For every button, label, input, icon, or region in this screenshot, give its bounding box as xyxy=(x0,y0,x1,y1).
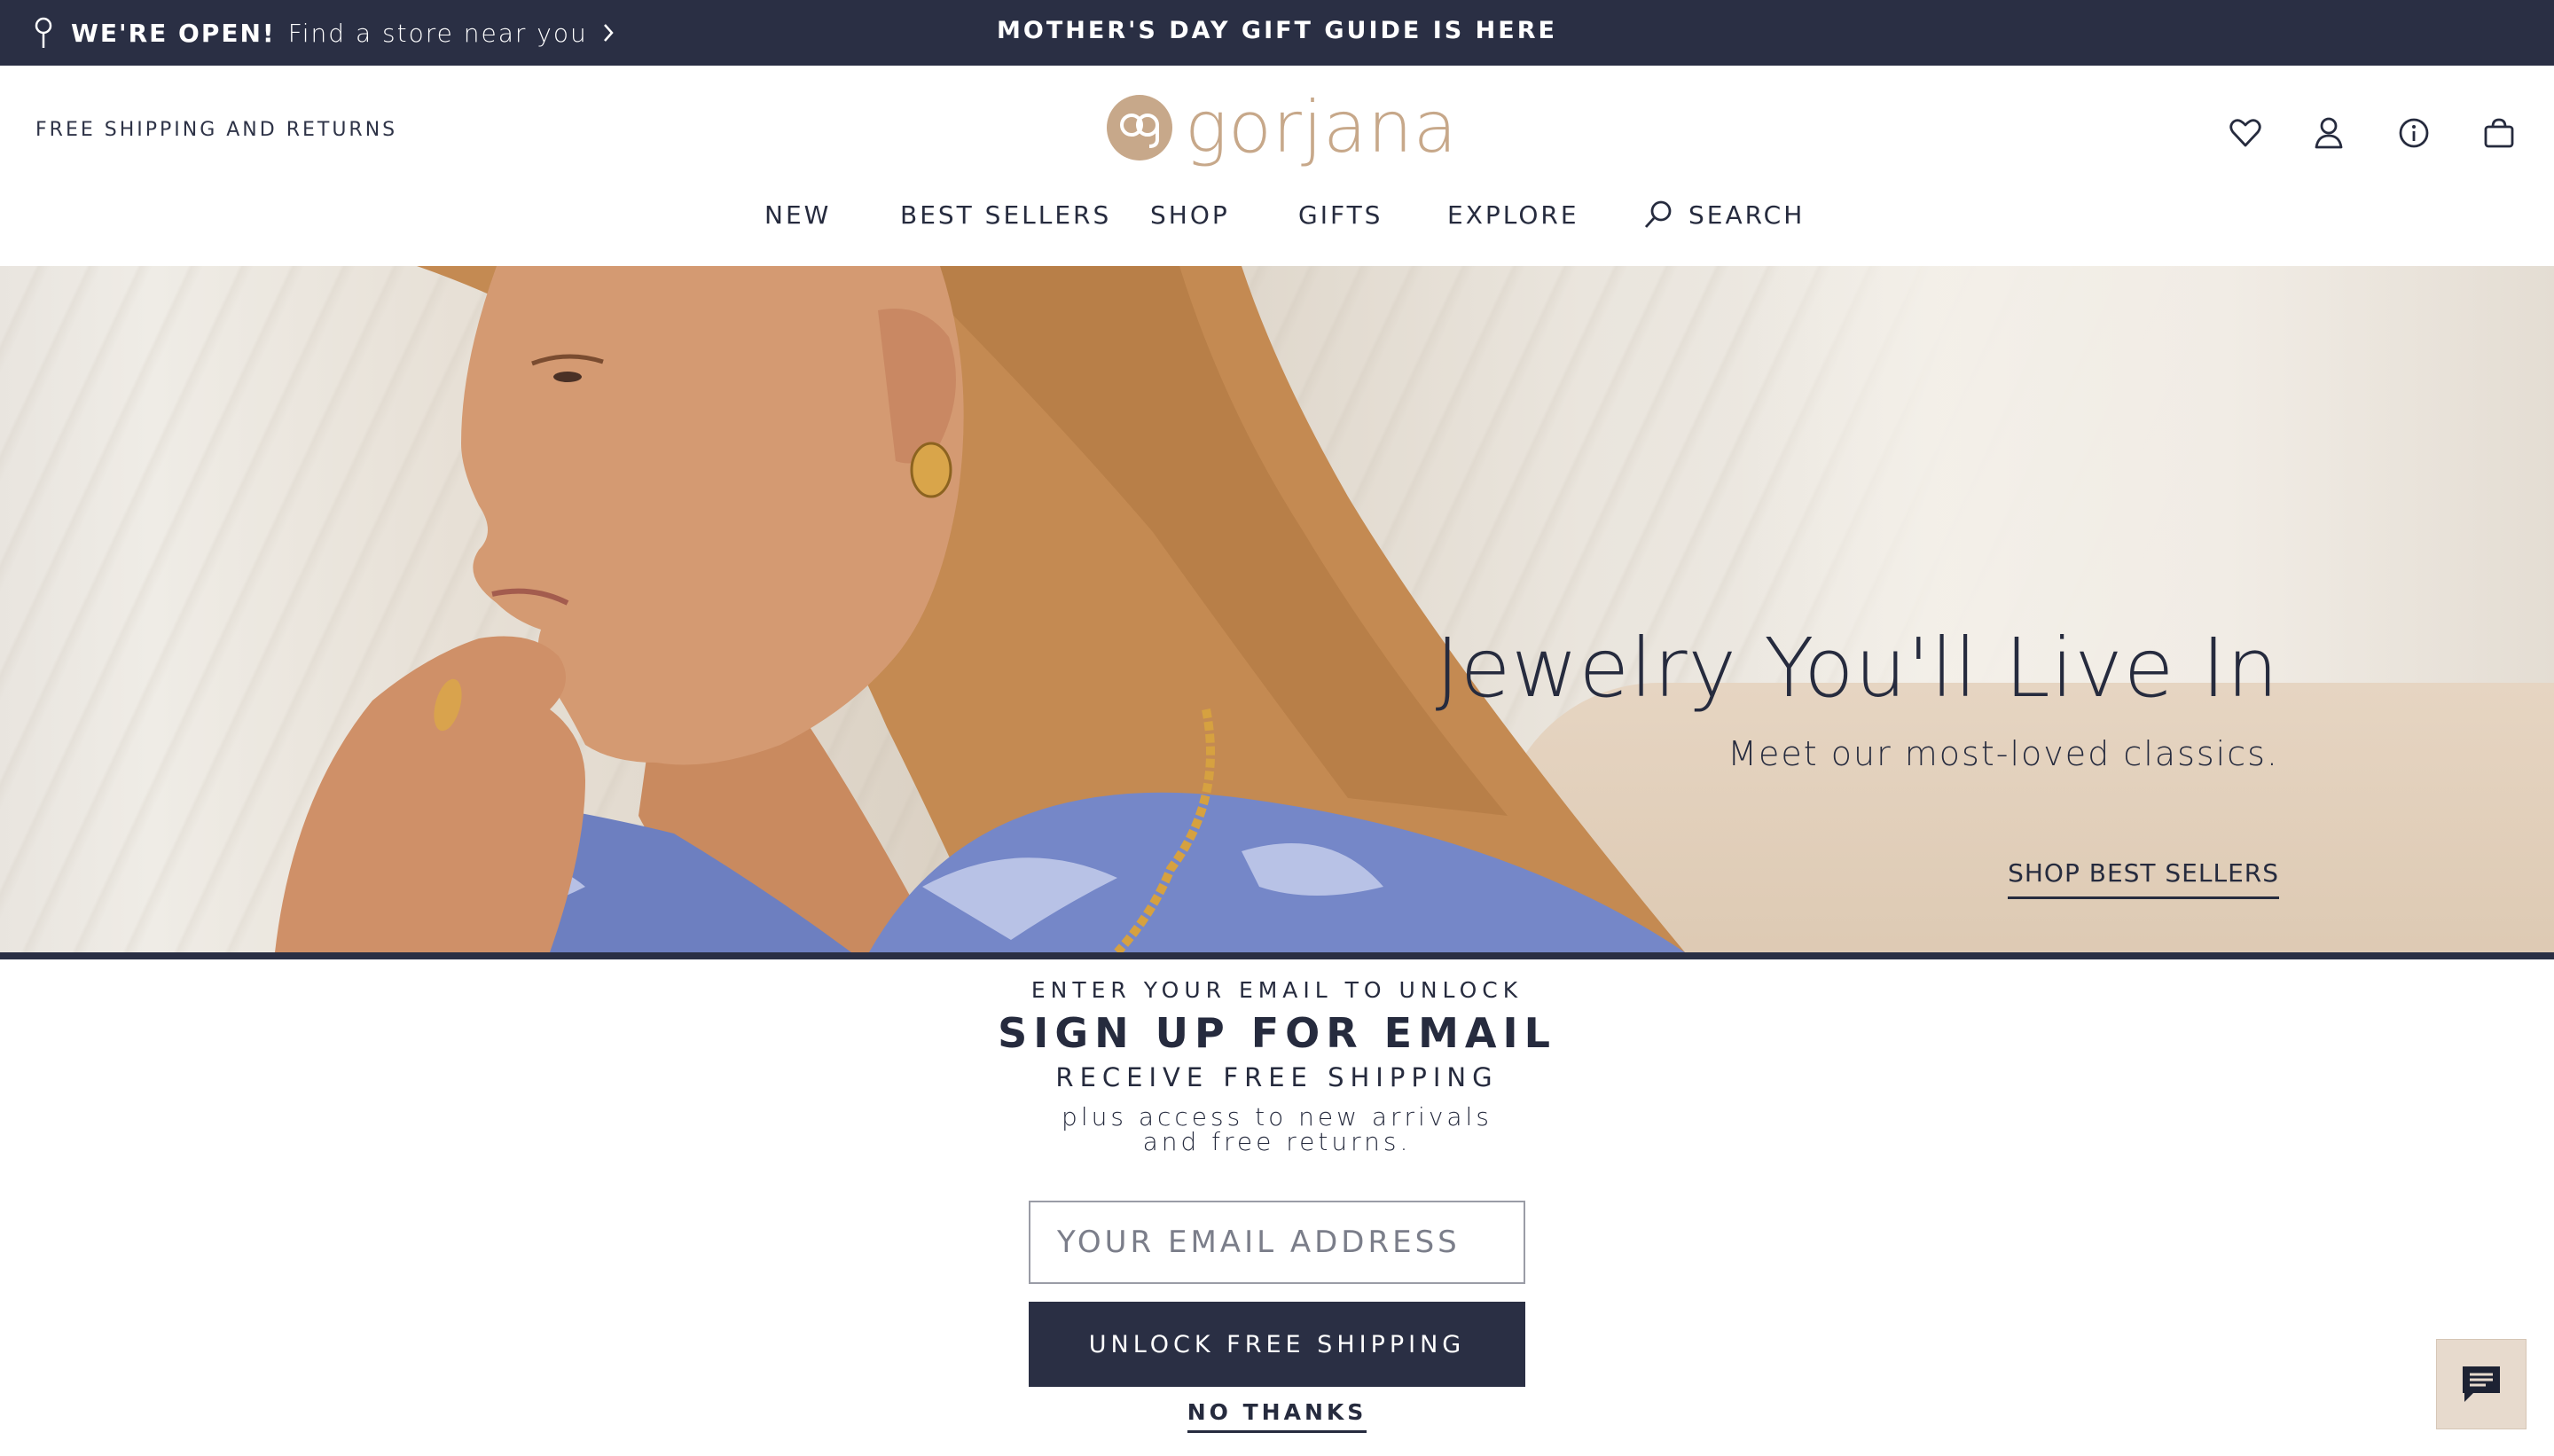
chevron-right-icon xyxy=(603,24,614,42)
nav-gifts[interactable]: GIFTS xyxy=(1298,200,1383,230)
header-utility-icons xyxy=(0,114,2554,154)
search-label: SEARCH xyxy=(1688,200,1806,230)
nav-search[interactable]: SEARCH xyxy=(1642,199,1805,231)
hero-subtitle: Meet our most-loved classics. xyxy=(1727,734,2279,773)
find-store-text: Find a store near you xyxy=(287,18,588,48)
heart-icon[interactable] xyxy=(2226,114,2265,153)
nav-new[interactable]: NEW xyxy=(764,200,831,230)
unlock-free-shipping-button[interactable]: UNLOCK FREE SHIPPING xyxy=(1029,1302,1525,1387)
gift-guide-link[interactable]: MOTHER'S DAY GIFT GUIDE IS HERE xyxy=(997,17,1557,44)
hero-banner[interactable]: Jewelry You'll Live In Meet our most-lov… xyxy=(0,266,2554,952)
chat-button[interactable] xyxy=(2436,1339,2527,1429)
hero-divider xyxy=(0,952,2554,959)
store-locator-link[interactable]: WE'RE OPEN! Find a store near you xyxy=(34,0,615,66)
hero-model-image xyxy=(275,266,1685,952)
signup-subheading: RECEIVE FREE SHIPPING xyxy=(1055,1062,1499,1092)
signup-heading: SIGN UP FOR EMAIL xyxy=(998,1009,1556,1057)
store-open-label: WE'RE OPEN! xyxy=(71,18,276,48)
account-icon[interactable] xyxy=(2309,114,2348,153)
chat-icon xyxy=(2463,1366,2500,1402)
signup-body: plus access to new arrivals and free ret… xyxy=(0,1105,2554,1155)
main-navigation: NEW BEST SELLERS SHOP GIFTS EXPLORE SEAR… xyxy=(0,200,2554,245)
no-thanks-link[interactable]: NO THANKS xyxy=(1187,1399,1367,1433)
signup-body-line-2: and free returns. xyxy=(1142,1127,1412,1156)
nav-explore[interactable]: EXPLORE xyxy=(1447,200,1579,230)
hero-title: Jewelry You'll Live In xyxy=(1435,621,2279,716)
info-icon[interactable] xyxy=(2394,114,2433,153)
shopping-bag-icon[interactable] xyxy=(2480,114,2519,153)
location-pin-icon xyxy=(35,17,52,48)
email-input[interactable] xyxy=(1029,1201,1525,1284)
signup-eyebrow: ENTER YOUR EMAIL TO UNLOCK xyxy=(1030,977,1524,1003)
search-icon xyxy=(1644,200,1672,228)
shop-best-sellers-link[interactable]: SHOP BEST SELLERS xyxy=(2008,858,2279,899)
nav-best-sellers[interactable]: BEST SELLERS xyxy=(900,200,1111,230)
signup-body-line-1: plus access to new arrivals xyxy=(1062,1102,1492,1131)
announcement-bar: WE'RE OPEN! Find a store near you MOTHER… xyxy=(0,0,2554,66)
email-signup-panel: ENTER YOUR EMAIL TO UNLOCK SIGN UP FOR E… xyxy=(0,959,2554,1456)
nav-shop[interactable]: SHOP xyxy=(1150,200,1230,230)
